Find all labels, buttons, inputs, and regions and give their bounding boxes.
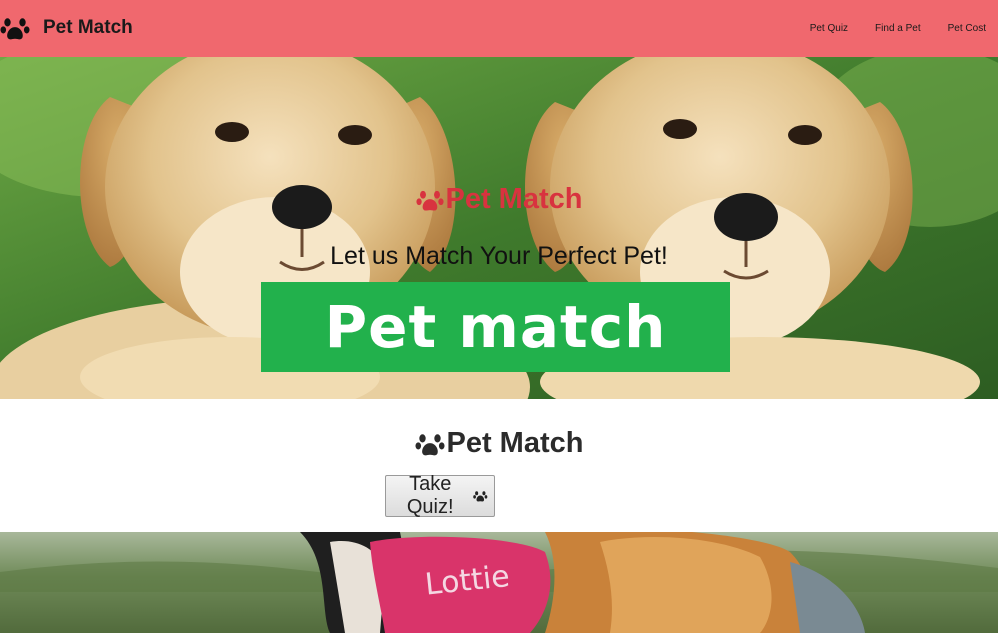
bottom-dogs-image: Lottie [0, 532, 998, 633]
hero-section: Pet Match Let us Match Your Perfect Pet!… [0, 57, 998, 399]
brand-link[interactable]: Pet Match [0, 12, 133, 44]
section-title: Pet Match [0, 427, 998, 460]
navbar: Pet Match Pet Quiz Find a Pet Pet Cost [0, 0, 998, 57]
brand-title: Pet Match [43, 17, 133, 38]
nav-link-pet-quiz[interactable]: Pet Quiz [810, 23, 848, 34]
paw-icon [415, 190, 444, 211]
paw-icon [0, 18, 30, 40]
quiz-section: Pet Match Take Quiz! [0, 399, 998, 532]
nav-link-find-a-pet[interactable]: Find a Pet [875, 23, 921, 34]
nav-link-pet-cost[interactable]: Pet Cost [948, 23, 986, 34]
take-quiz-button[interactable]: Take Quiz! [385, 473, 495, 518]
take-quiz-label: Take Quiz! [406, 473, 454, 518]
paw-icon [414, 433, 445, 455]
paw-icon [473, 491, 488, 502]
hero-tagline: Let us Match Your Perfect Pet! [330, 242, 668, 270]
hero-banner: Pet match [261, 282, 730, 372]
nav-links: Pet Quiz Find a Pet Pet Cost [783, 0, 986, 57]
bottom-dogs-illustration: Lottie [0, 532, 998, 633]
hero-title: Pet Match [0, 183, 998, 216]
section-title-text: Pet Match [446, 427, 584, 459]
hero-title-text: Pet Match [445, 183, 583, 215]
hero-banner-text: Pet match [324, 293, 667, 361]
